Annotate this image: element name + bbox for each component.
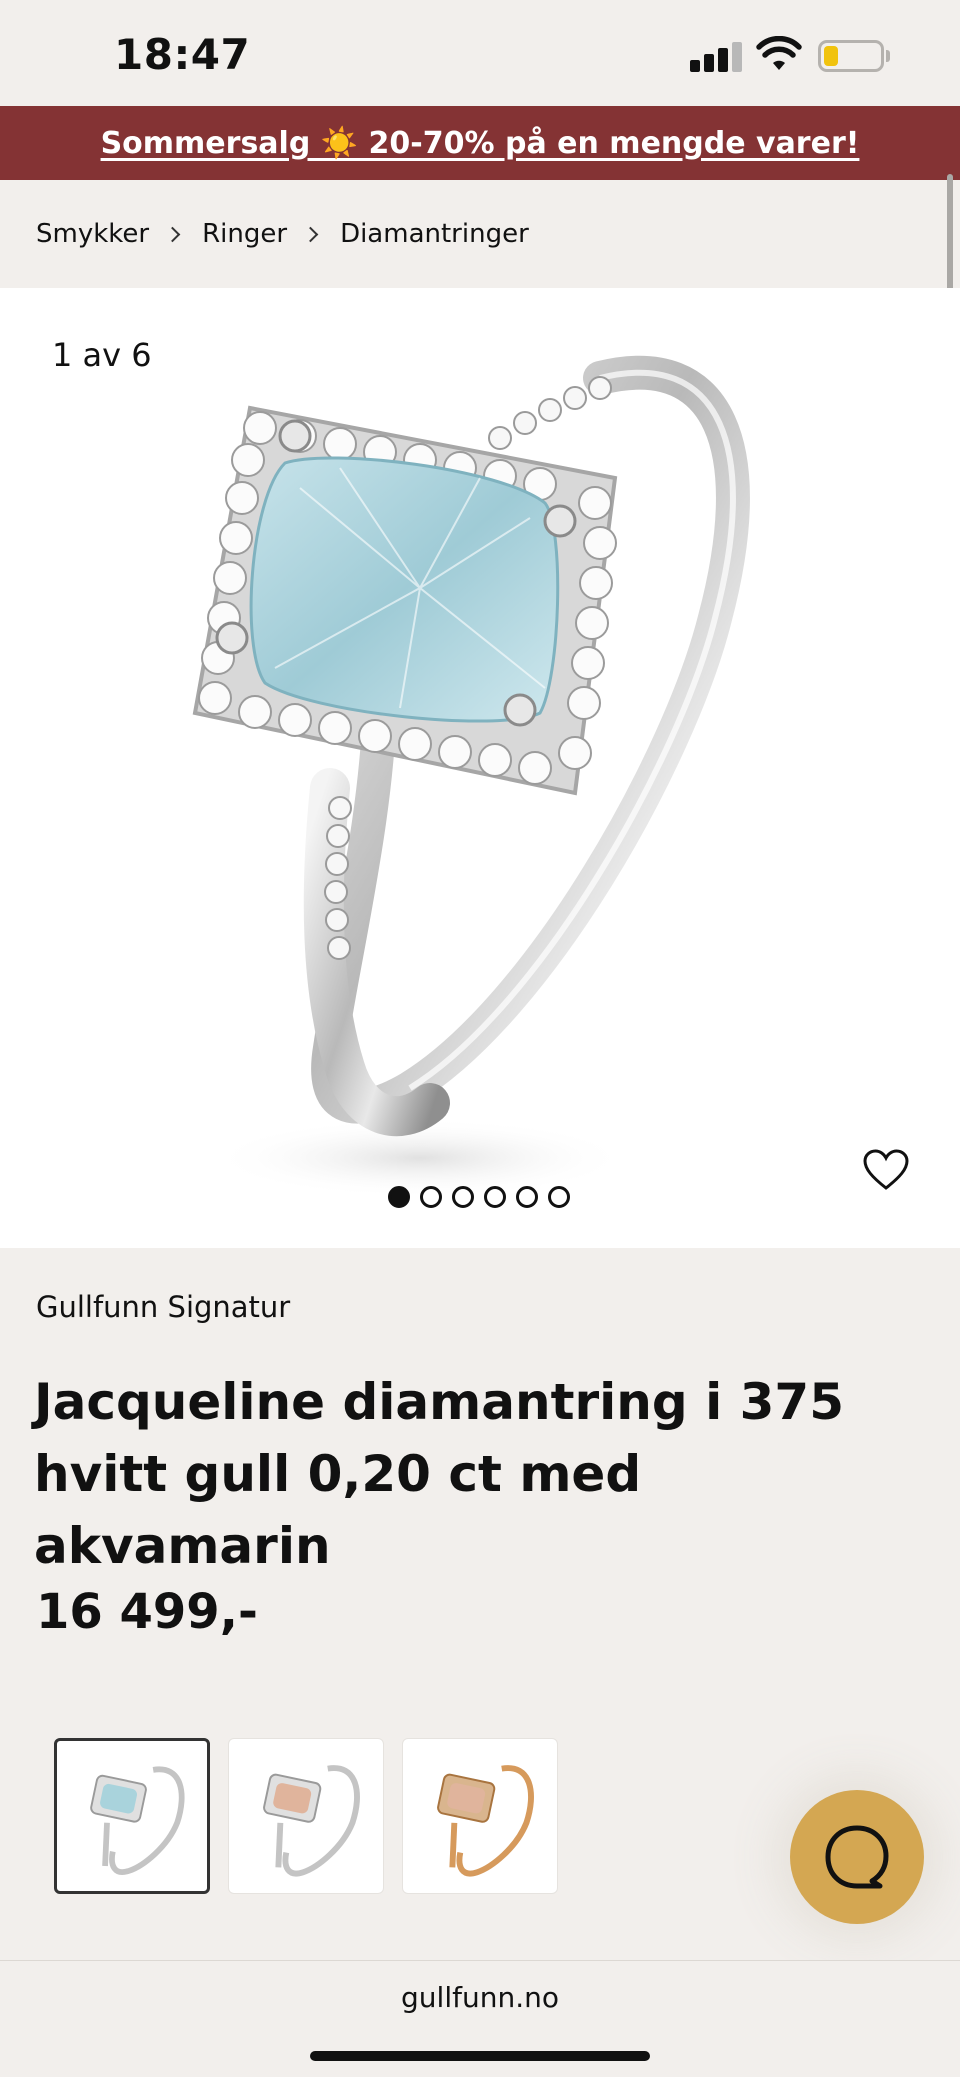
breadcrumb-item-smykker[interactable]: Smykker — [36, 219, 149, 249]
status-time: 18:47 — [114, 30, 251, 79]
chat-button[interactable] — [790, 1790, 924, 1924]
product-brand[interactable]: Gullfunn Signatur — [36, 1290, 290, 1324]
gallery-counter: 1 av 6 — [52, 336, 152, 374]
gallery-dot[interactable] — [484, 1186, 506, 1208]
home-indicator[interactable] — [310, 2051, 650, 2061]
variant-morganite-white-gold[interactable] — [228, 1738, 384, 1894]
product-price: 16 499,- — [36, 1584, 258, 1640]
variant-aquamarine-white-gold[interactable] — [54, 1738, 210, 1894]
chat-bubble-icon — [825, 1825, 889, 1889]
wifi-icon — [756, 36, 802, 70]
breadcrumb-item-ringer[interactable]: Ringer — [202, 219, 287, 249]
signal-icon — [690, 40, 742, 72]
battery-tip — [886, 50, 890, 62]
product-title: Jacqueline diamantring i 375 hvitt gull … — [34, 1373, 844, 1575]
gallery-dot[interactable] — [516, 1186, 538, 1208]
gallery-dot[interactable] — [548, 1186, 570, 1208]
variant-thumbnail — [263, 1765, 360, 1877]
variant-thumbnail — [437, 1765, 534, 1877]
battery-icon — [818, 40, 884, 72]
variant-morganite-rose-gold[interactable] — [402, 1738, 558, 1894]
gallery-dot[interactable] — [420, 1186, 442, 1208]
promo-text[interactable]: Sommersalg ☀️ 20-70% på en mengde varer! — [101, 126, 860, 161]
gallery-dot[interactable] — [452, 1186, 474, 1208]
product-image-ring[interactable] — [0, 288, 960, 1248]
gallery-dot[interactable] — [388, 1186, 410, 1208]
gallery-pagination — [388, 1186, 570, 1208]
heart-icon[interactable] — [862, 1148, 910, 1192]
url-text[interactable]: gullfunn.no — [0, 1981, 960, 2014]
breadcrumb-item-diamantringer[interactable]: Diamantringer — [340, 219, 529, 249]
breadcrumb: Smykker Ringer Diamantringer — [0, 180, 960, 288]
chevron-right-icon — [302, 226, 319, 242]
status-bar: 18:47 — [0, 0, 960, 106]
variant-selector — [54, 1738, 558, 1894]
product-gallery[interactable]: 1 av 6 — [0, 288, 960, 1248]
variant-thumbnail — [90, 1766, 185, 1875]
chevron-right-icon — [164, 226, 181, 242]
promo-banner[interactable]: Sommersalg ☀️ 20-70% på en mengde varer! — [0, 106, 960, 180]
